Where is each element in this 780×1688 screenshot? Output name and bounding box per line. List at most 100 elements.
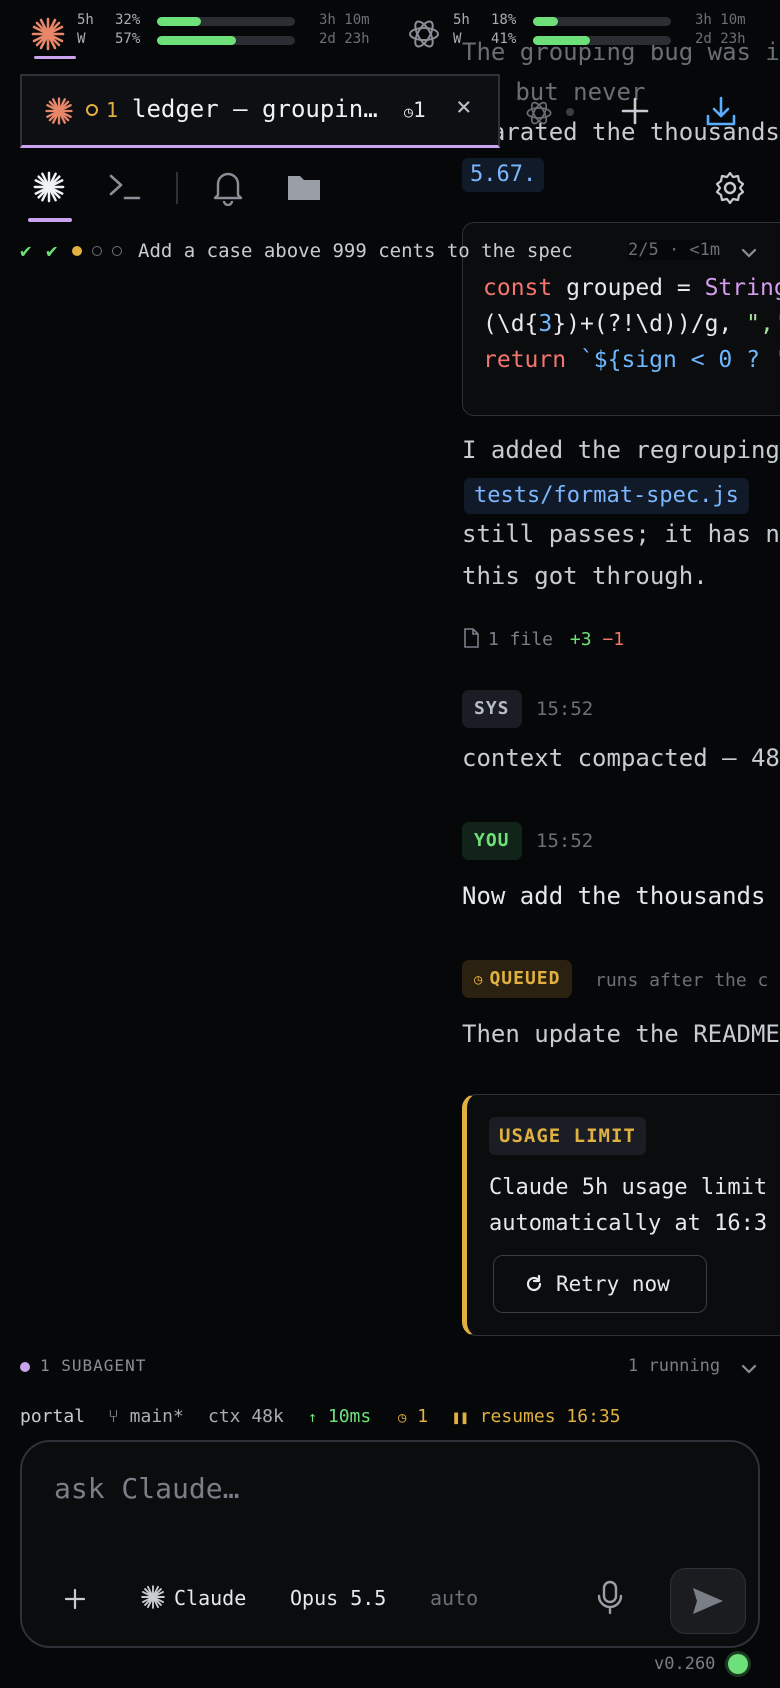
usage-period: 5h [77,12,94,28]
pause-icon: ❚❚ [452,1410,469,1426]
usage-bar-fill [533,36,590,45]
status-dot-icon [86,104,98,116]
context-size: ctx 48k [208,1406,284,1427]
chevron-down-icon[interactable] [740,246,758,260]
sys-message: context compacted — 48. [462,744,780,772]
limit-text: automatically at 16:3 [489,1211,768,1236]
usage-reset-time: 2d 23h [319,31,370,47]
gear-icon[interactable] [712,170,748,206]
code-token: })+(?!\d))/g, [552,311,747,337]
usage-reset-time: 2d 23h [695,31,746,47]
download-icon[interactable] [704,94,738,128]
refresh-icon [526,1274,542,1292]
queue-count: ◷ 1 [398,1406,428,1427]
branch-name: main* [129,1406,184,1427]
current-step-text: Add a case above 999 cents to the spec [138,240,573,262]
active-provider-indicator [34,56,76,59]
claude-usage[interactable]: 5h 32% 3h 10m W 57% 2d 23h [30,12,390,52]
terminal-icon[interactable] [108,172,142,202]
prompt-input[interactable] [54,1468,654,1508]
code-token: return [483,347,567,373]
code-token: ",' [746,311,780,337]
step-pending-icon [92,246,102,256]
claude-agent-icon [141,1585,165,1609]
queue-value: 1 [417,1406,429,1427]
microphone-icon[interactable] [596,1580,624,1616]
you-time: 15:52 [536,830,594,852]
latency-value: 10ms [327,1406,372,1427]
agent-name: Claude [174,1586,247,1610]
send-button[interactable] [670,1568,746,1634]
active-tool-indicator [28,218,72,222]
usage-bar [157,36,295,45]
toolbar [0,158,780,224]
close-tab-icon[interactable]: × [456,92,472,122]
usage-bar [533,17,671,26]
usage-percent: 41% [491,31,517,47]
usage-bar-fill [533,17,558,26]
step-done-icon: ✔ [20,240,32,262]
usage-bar [533,36,671,45]
clock-icon: ◷ [474,972,484,988]
step-pending-icon [112,246,122,256]
usage-reset-time: 3h 10m [319,12,370,28]
folder-icon[interactable] [286,172,322,202]
attach-plus-icon[interactable] [64,1588,86,1610]
branch-icon: ⑂ [108,1406,119,1427]
step-done-icon: ✔ [46,240,58,262]
chat-text: this got through. [462,562,708,590]
send-icon [693,1588,723,1614]
usage-period: W [453,31,462,47]
you-tag: YOU [462,822,522,860]
subagent-label: 1 SUBAGENT [40,1356,147,1375]
queued-message: Then update the README [462,1020,780,1048]
progress-meta: 2/5 · <1m [628,240,721,260]
chevron-down-icon[interactable] [740,1362,758,1376]
new-tab-plus-icon[interactable] [620,96,650,126]
usage-header: 5h 32% 3h 10m W 57% 2d 23h 5h 18% 3h 10m [0,0,780,62]
resume-time: resumes 16:35 [479,1406,621,1427]
retry-button[interactable]: Retry now [493,1255,707,1313]
tab-timer-count: 1 [413,98,426,122]
status-bar: portal ⑂ main* ctx 48k ↑ 10ms ◷ 1 ❚❚ res… [20,1406,760,1432]
bell-icon[interactable] [210,168,246,206]
claude-logo-icon [31,17,65,51]
tab-timer: ◷1 [404,98,426,122]
retry-label: Retry now [556,1272,670,1296]
branch-label: ⑂ main* [108,1406,184,1427]
session-tab[interactable]: 1 ledger — groupin… ◷1 × [20,74,500,148]
agent-selector[interactable]: Claude [140,1584,246,1616]
claude-agent-icon[interactable] [32,170,66,204]
openai-logo-icon [409,20,439,48]
lines-removed: −1 [602,629,625,650]
step-active-icon [72,246,82,256]
usage-bar [157,17,295,26]
subagent-running: 1 running [628,1356,721,1376]
model-selector[interactable]: Opus 5.5 [290,1586,386,1610]
clock-icon: ◷ [404,103,414,121]
queued-label: QUEUED [489,968,561,989]
latency: ↑ 10ms [308,1406,371,1427]
openai-usage[interactable]: 5h 18% 3h 10m W 41% 2d 23h [406,12,780,52]
mode-selector[interactable]: auto [430,1586,478,1610]
openai-tab-icon[interactable] [524,98,554,128]
usage-percent: 32% [115,12,141,28]
file-chip[interactable]: tests/format-spec.js [464,478,749,514]
task-progress[interactable]: ✔ ✔ Add a case above 999 cents to the sp… [20,240,780,268]
tab-dot-icon [566,108,574,116]
usage-limit-card: USAGE LIMIT Claude 5h usage limit automa… [462,1094,780,1336]
sys-time: 15:52 [536,698,594,720]
queued-tag: ◷ QUEUED [462,960,573,998]
code-token: `${sign < 0 ? ' [566,347,780,373]
file-change-summary[interactable]: 1 file +3 −1 [462,628,624,650]
tab-title: ledger — groupin… [132,95,378,123]
version-label: v0.260 [654,1654,716,1674]
lines-added: +3 [569,629,592,650]
usage-bar-fill [157,17,202,26]
file-icon [464,628,479,648]
subagent-row[interactable]: 1 SUBAGENT 1 running [20,1354,760,1382]
code-token: String [704,275,780,301]
connection-status-icon [728,1654,748,1674]
limit-text: Claude 5h usage limit [489,1175,768,1200]
usage-period: 5h [453,12,470,28]
